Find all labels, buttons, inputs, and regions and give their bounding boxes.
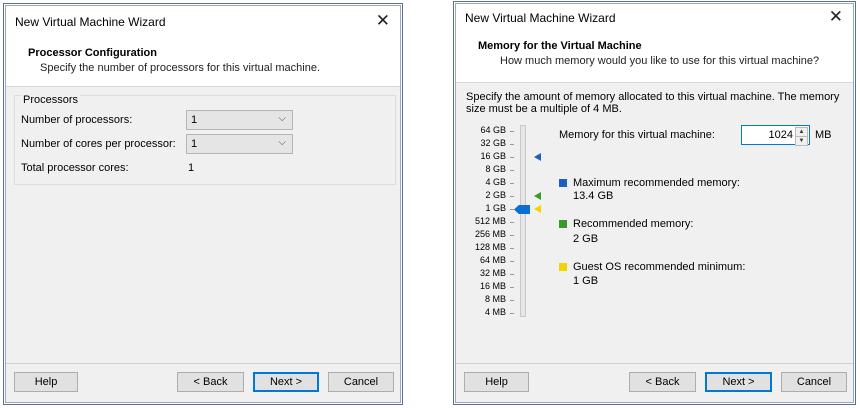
scale-tick [510, 313, 514, 314]
cancel-button[interactable]: Cancel [781, 372, 847, 392]
scale-tick [510, 144, 514, 145]
scale-label: 8 GB [485, 164, 506, 174]
scale-tick [510, 183, 514, 184]
memory-label: Memory for this virtual machine: [559, 129, 715, 141]
wizard-header: Processor Configuration Specify the numb… [6, 36, 400, 87]
scale-tick [510, 300, 514, 301]
max-memory-swatch [559, 179, 567, 187]
num-processors-select[interactable]: 1 ⌵ [186, 110, 293, 130]
scale-tick [510, 209, 514, 210]
scale-tick [510, 170, 514, 171]
max-memory-label: Maximum recommended memory: [573, 177, 740, 189]
cores-value: 1 [191, 138, 198, 150]
dialog-frame: New Virtual Machine Wizard ✕ Memory for … [455, 3, 854, 403]
close-icon[interactable]: ✕ [376, 11, 390, 31]
scale-label: 64 GB [480, 125, 506, 135]
min-memory-value: 1 GB [573, 275, 599, 287]
scale-label: 16 MB [479, 281, 506, 291]
window-title: New Virtual Machine Wizard [465, 11, 616, 25]
title-bar: New Virtual Machine Wizard ✕ [456, 4, 853, 34]
back-button[interactable]: < Back [629, 372, 696, 392]
memory-scale: 64 GB 32 GB 16 GB 8 GB 4 GB 2 GB 1 GB 512 MB 256… [456, 125, 556, 325]
scale-label: 128 MB [474, 242, 506, 252]
total-cores-label: Total processor cores: [21, 162, 129, 174]
total-cores-value: 1 [188, 162, 195, 174]
cancel-button[interactable]: Cancel [328, 372, 394, 392]
wizard-footer: Help < Back Next > Cancel [456, 363, 853, 402]
help-button[interactable]: Help [14, 372, 78, 392]
chevron-down-icon: ⌵ [278, 113, 286, 124]
slider-track[interactable] [520, 125, 526, 317]
memory-config-dialog: New Virtual Machine Wizard ✕ Memory for … [453, 1, 856, 405]
scale-label: 32 MB [479, 268, 506, 278]
scale-label: 1 GB [485, 203, 506, 213]
page-title: Memory for the Virtual Machine [478, 40, 642, 52]
next-button[interactable]: Next > [253, 372, 319, 392]
title-bar: New Virtual Machine Wizard ✕ [6, 6, 400, 36]
chevron-down-icon: ⌵ [278, 137, 286, 148]
scale-tick [510, 157, 514, 158]
scale-label: 8 MB [484, 294, 506, 304]
scale-label: 512 MB [474, 216, 506, 226]
group-label: Processors [21, 94, 81, 106]
next-button[interactable]: Next > [705, 372, 772, 392]
wizard-body: Specify the amount of memory allocated t… [456, 83, 853, 363]
processor-config-dialog: New Virtual Machine Wizard ✕ Processor C… [3, 3, 403, 405]
recommended-memory-label: Recommended memory: [573, 218, 694, 230]
wizard-body: Processors Number of processors: 1 ⌵ Num… [6, 87, 400, 363]
cores-label: Number of cores per processor: [21, 138, 176, 150]
scale-tick [510, 248, 514, 249]
slider-thumb[interactable] [514, 205, 530, 214]
scale-tick [510, 222, 514, 223]
wizard-footer: Help < Back Next > Cancel [6, 363, 400, 402]
scale-label: 4 MB [484, 307, 506, 317]
scale-label: 32 GB [480, 138, 506, 148]
scale-label: 256 MB [474, 229, 506, 239]
memory-unit: MB [815, 129, 832, 141]
scale-label: 16 GB [480, 151, 506, 161]
recommended-memory-value: 2 GB [573, 233, 599, 245]
page-subtitle: Specify the number of processors for thi… [40, 62, 321, 74]
memory-spinbox[interactable]: 1024 ▲ ▼ [741, 125, 810, 146]
memory-value: 1024 [768, 129, 793, 141]
decrement-arrow-icon[interactable]: ▼ [795, 136, 808, 146]
wizard-header: Memory for the Virtual Machine How much … [456, 32, 853, 83]
scale-tick [510, 274, 514, 275]
min-memory-marker-icon [534, 205, 541, 213]
scale-tick [510, 131, 514, 132]
scale-tick [510, 235, 514, 236]
page-title: Processor Configuration [28, 47, 157, 59]
recommended-memory-swatch [559, 220, 567, 228]
scale-label: 64 MB [479, 255, 506, 265]
processors-group: Processors Number of processors: 1 ⌵ Num… [14, 94, 396, 185]
max-memory-marker-icon [534, 153, 541, 161]
scale-label: 2 GB [485, 190, 506, 200]
back-button[interactable]: < Back [177, 372, 244, 392]
min-memory-label: Guest OS recommended minimum: [573, 261, 746, 273]
min-memory-swatch [559, 263, 567, 271]
scale-label: 4 GB [485, 177, 506, 187]
scale-tick [510, 261, 514, 262]
window-title: New Virtual Machine Wizard [15, 15, 166, 29]
dialog-frame: New Virtual Machine Wizard ✕ Processor C… [5, 5, 401, 403]
recommended-memory-marker-icon [534, 192, 541, 200]
scale-tick [510, 287, 514, 288]
close-icon[interactable]: ✕ [829, 7, 843, 27]
max-memory-value: 13.4 GB [573, 190, 614, 202]
num-processors-value: 1 [191, 114, 198, 126]
page-subtitle: How much memory would you like to use fo… [500, 55, 820, 67]
cores-per-processor-select[interactable]: 1 ⌵ [186, 134, 293, 154]
scale-tick [510, 196, 514, 197]
num-processors-label: Number of processors: [21, 114, 133, 126]
instructions-text: Specify the amount of memory allocated t… [466, 91, 840, 115]
help-button[interactable]: Help [464, 372, 529, 392]
